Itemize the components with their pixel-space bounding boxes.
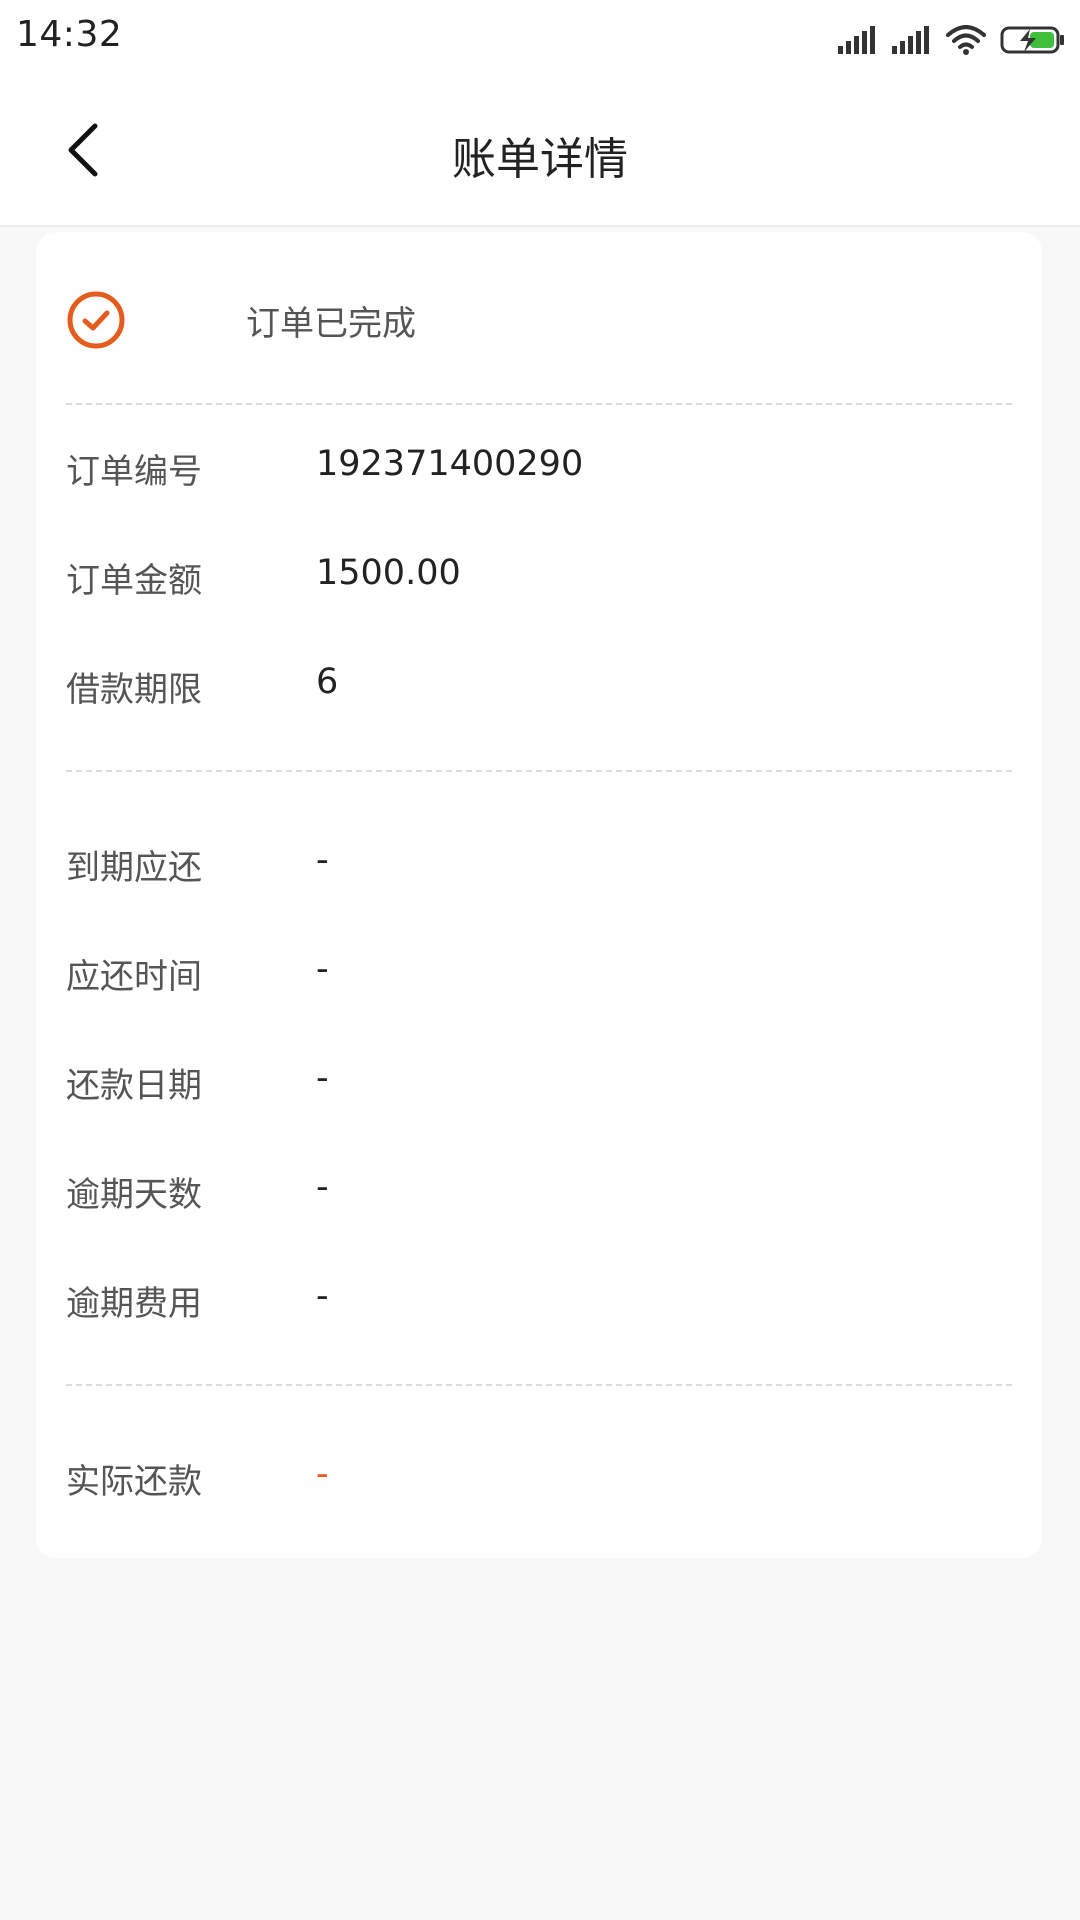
detail-row-actual-repayment: 实际还款 - — [66, 1454, 1012, 1504]
status-bar: 14:32 — [0, 0, 1080, 75]
battery-charging-icon — [1000, 26, 1064, 54]
order-status-text: 订单已完成 — [246, 304, 416, 344]
row-value: 1500.00 — [316, 553, 461, 593]
wifi-icon — [946, 25, 986, 55]
detail-row-order-amount: 订单金额 1500.00 — [66, 553, 1012, 603]
detail-row-loan-term: 借款期限 6 — [66, 662, 1012, 712]
page-title: 账单详情 — [452, 134, 628, 185]
row-value: - — [316, 1276, 329, 1316]
row-label: 逾期费用 — [66, 1284, 202, 1324]
order-status-row: 订单已完成 — [66, 290, 966, 354]
row-value: - — [316, 1058, 329, 1098]
row-value: - — [316, 840, 329, 880]
detail-row-overdue-days: 逾期天数 - — [66, 1167, 1012, 1217]
detail-row-order-number: 订单编号 192371400290 — [66, 444, 1012, 494]
row-label: 订单编号 — [66, 452, 202, 492]
row-label: 到期应还 — [66, 848, 202, 888]
detail-row-repay-date: 还款日期 - — [66, 1058, 1012, 1108]
signal-icon — [838, 26, 875, 54]
divider — [66, 1384, 1012, 1386]
row-value: 192371400290 — [316, 444, 584, 484]
row-value: 6 — [316, 662, 339, 702]
row-label: 逾期天数 — [66, 1175, 202, 1215]
row-value: - — [316, 949, 329, 989]
divider — [66, 770, 1012, 772]
row-label: 应还时间 — [66, 957, 202, 997]
row-value: - — [316, 1167, 329, 1207]
divider — [66, 403, 1012, 405]
detail-row-due-amount: 到期应还 - — [66, 840, 1012, 890]
detail-row-overdue-fee: 逾期费用 - — [66, 1276, 1012, 1326]
detail-row-due-time: 应还时间 - — [66, 949, 1012, 999]
status-icons — [838, 20, 1066, 60]
app-bar: 账单详情 — [0, 75, 1080, 227]
check-circle-icon — [67, 291, 125, 349]
signal-icon — [892, 26, 929, 54]
row-label: 实际还款 — [66, 1462, 202, 1502]
row-label: 借款期限 — [66, 670, 202, 710]
row-label: 还款日期 — [66, 1066, 202, 1106]
order-detail-card: 订单已完成 订单编号 192371400290 订单金额 1500.00 借款期… — [36, 232, 1042, 1558]
row-value: - — [316, 1454, 329, 1494]
row-label: 订单金额 — [66, 561, 202, 601]
status-time: 14:32 — [16, 14, 123, 55]
